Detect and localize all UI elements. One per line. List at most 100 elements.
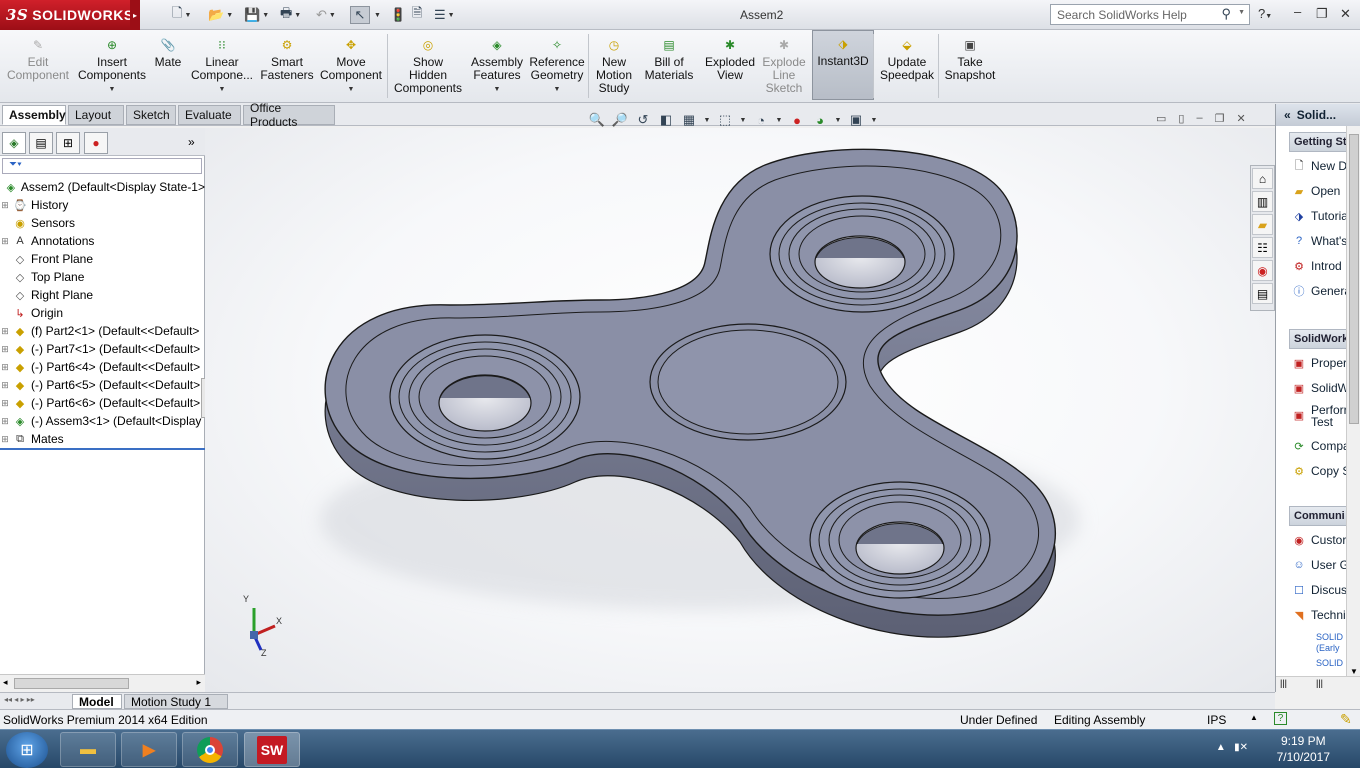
tree-item[interactable]: ↳ Origin xyxy=(0,304,205,322)
new-document-button[interactable]: 🗋 ▼ xyxy=(172,5,191,24)
tree-item[interactable]: ⊞ ⧉ Mates xyxy=(0,430,205,448)
view-orientation-icon[interactable]: ⬚ xyxy=(716,111,734,129)
insert-components-button[interactable]: ⊕ Insert Components ▼ xyxy=(72,32,152,102)
collapse-icon[interactable]: « xyxy=(1284,108,1291,122)
chevron-down-icon[interactable]: ▼ xyxy=(739,111,747,129)
start-button[interactable]: ⊞ xyxy=(6,732,48,768)
expand-icon[interactable]: ⊞ xyxy=(0,380,10,391)
taskbar-chrome[interactable] xyxy=(182,732,238,767)
task-pane-link[interactable]: 🗋 New D xyxy=(1291,156,1349,176)
tree-item[interactable]: ⊞ ◆ (-) Part6<6> (Default<<Default> xyxy=(0,394,205,412)
zoom-to-fit-icon[interactable]: 🔍 xyxy=(588,111,606,129)
fidget-spinner-model[interactable] xyxy=(205,128,1275,692)
dynamic-annotation-icon[interactable]: ▦ xyxy=(680,111,698,129)
viewport-restore-icon[interactable]: ❐ xyxy=(1215,112,1225,125)
tab-evaluate[interactable]: Evaluate xyxy=(178,105,241,125)
chevron-down-icon[interactable]: ▼ xyxy=(1238,9,1245,16)
tab-assembly[interactable]: Assembly xyxy=(2,105,66,125)
chevron-down-icon[interactable]: ▼ xyxy=(870,111,878,129)
scroll-down-icon[interactable]: ▼ xyxy=(1350,667,1358,676)
view-palette-tab[interactable]: ☷ xyxy=(1252,237,1273,258)
display-manager-tab[interactable]: ● xyxy=(84,132,108,154)
chevron-down-icon[interactable]: ▼ xyxy=(219,83,226,96)
task-pane-section-header[interactable]: Getting St xyxy=(1289,132,1349,152)
bill-of-materials-button[interactable]: ▤ Bill of Materials xyxy=(640,32,698,102)
scroll-left-icon[interactable]: ◂ xyxy=(3,677,8,688)
chevron-down-icon[interactable]: ▼ xyxy=(348,83,355,96)
tab-layout[interactable]: Layout xyxy=(68,105,124,125)
file-properties-button[interactable]: 🗎 xyxy=(412,5,422,24)
tree-item[interactable]: ⊞ ⌚ History xyxy=(0,196,205,214)
show-hidden-button[interactable]: ◎ Show Hidden Components xyxy=(392,32,464,102)
chevron-down-icon[interactable]: ▼ xyxy=(834,111,842,129)
restore-button[interactable]: ❐ xyxy=(1316,6,1328,22)
task-pane-link[interactable]: ⚙ Introd xyxy=(1291,256,1349,276)
custom-properties-tab[interactable]: ▤ xyxy=(1252,283,1273,304)
show-hidden-icons-icon[interactable]: ▲ xyxy=(1216,742,1226,753)
print-button[interactable]: 🖶 ▼ xyxy=(280,5,301,24)
take-snapshot-button[interactable]: ▣ Take Snapshot xyxy=(940,32,1000,102)
feature-tree-tab[interactable]: ◈ xyxy=(2,132,26,154)
scroll-thumb[interactable] xyxy=(14,678,129,689)
rebuild-status-icon[interactable]: ✎ xyxy=(1340,711,1352,728)
expand-icon[interactable]: ⊞ xyxy=(0,236,10,247)
expand-icon[interactable]: ⊞ xyxy=(0,416,10,427)
expand-panel-icon[interactable]: » xyxy=(188,135,195,149)
zoom-to-area-icon[interactable]: 🔎 xyxy=(611,111,629,129)
help-status-icon[interactable]: ? xyxy=(1274,712,1287,725)
task-pane-link[interactable]: ☐ Discus xyxy=(1291,580,1349,600)
taskbar-solidworks[interactable]: SW xyxy=(244,732,300,767)
design-library-tab[interactable]: ▥ xyxy=(1252,191,1273,212)
new-motion-study-button[interactable]: ◷ New Motion Study xyxy=(592,32,636,102)
hide-show-icon[interactable]: ● xyxy=(788,111,806,129)
undo-button[interactable]: ↶ ▼ xyxy=(316,6,336,24)
edit-appearance-icon[interactable]: ◕ xyxy=(811,111,829,129)
taskbar-explorer[interactable]: ▬ xyxy=(60,732,116,767)
expand-icon[interactable]: ⊞ xyxy=(0,434,10,445)
task-pane-link[interactable]: ? What's xyxy=(1291,231,1349,251)
chevron-down-icon[interactable]: ▼ xyxy=(494,83,501,96)
horizontal-scrollbar[interactable]: ||| ||| xyxy=(1276,676,1360,692)
expand-icon[interactable]: ⊞ xyxy=(0,326,10,337)
expand-icon[interactable]: ⊞ xyxy=(0,200,10,211)
tree-item[interactable]: ⊞ ◆ (-) Part7<1> (Default<<Default> xyxy=(0,340,205,358)
solidworks-logo[interactable]: 3S SOLIDWORKS xyxy=(0,0,133,30)
appearances-tab[interactable]: ◉ xyxy=(1252,260,1273,281)
units-selector[interactable]: IPS xyxy=(1207,713,1226,727)
chevron-down-icon[interactable]: ▼ xyxy=(554,83,561,96)
task-pane-link[interactable]: ⓘ Genera xyxy=(1291,281,1350,301)
tree-item[interactable]: ◇ Top Plane xyxy=(0,268,205,286)
tree-item[interactable]: ⊞ A Annotations xyxy=(0,232,205,250)
center-cap[interactable] xyxy=(649,323,847,441)
task-pane-section-header[interactable]: SolidWork xyxy=(1289,329,1349,349)
mate-button[interactable]: 📎 Mate xyxy=(152,32,184,102)
bearing-left[interactable] xyxy=(389,334,581,460)
units-dropdown-icon[interactable]: ▲ xyxy=(1250,713,1258,722)
rss-feed-link[interactable]: SOLID xyxy=(1316,658,1349,669)
smart-fasteners-button[interactable]: ⚙ Smart Fasteners xyxy=(258,32,316,102)
task-pane-link[interactable]: ▰ Open xyxy=(1291,181,1349,201)
taskbar-media-player[interactable]: ▶ xyxy=(121,732,177,767)
scroll-right-icon[interactable]: ▸ xyxy=(196,677,201,688)
configuration-manager-tab[interactable]: ⊞ xyxy=(56,132,80,154)
tree-item[interactable]: ◉ Sensors xyxy=(0,214,205,232)
edit-component-button[interactable]: ✎ Edit Component xyxy=(4,32,72,102)
task-pane-link[interactable]: ◉ Custor xyxy=(1291,530,1349,550)
task-pane-link[interactable]: ☺ User G xyxy=(1291,555,1349,575)
tree-item[interactable]: ⊞ ◆ (-) Part6<5> (Default<<Default> xyxy=(0,376,205,394)
graphics-area[interactable]: Y X Z xyxy=(205,128,1275,692)
tab-model[interactable]: Model xyxy=(72,694,122,709)
chevron-down-icon[interactable]: ▼ xyxy=(703,111,711,129)
bearing-bottom[interactable] xyxy=(809,481,991,599)
expand-icon[interactable]: ⊞ xyxy=(0,362,10,373)
assembly-features-button[interactable]: ◈ Assembly Features ▼ xyxy=(468,32,526,102)
task-pane-link[interactable]: ⚙ Copy S xyxy=(1291,461,1349,481)
tab-scroll-arrows[interactable]: ◂◂ ◂ ▸ ▸▸ xyxy=(4,695,35,704)
chevron-down-icon[interactable]: ▼ xyxy=(109,83,116,96)
bearing-top[interactable] xyxy=(769,195,955,313)
section-view-icon[interactable]: ◧ xyxy=(657,111,675,129)
home-tab[interactable]: ⌂ xyxy=(1252,168,1273,189)
save-button[interactable]: 💾 ▼ xyxy=(244,6,269,24)
minimize-button[interactable]: ‒ xyxy=(1294,4,1301,19)
tree-item[interactable]: ◇ Right Plane xyxy=(0,286,205,304)
